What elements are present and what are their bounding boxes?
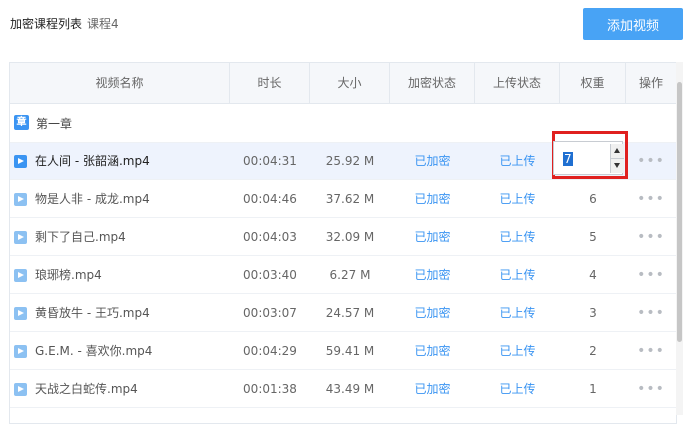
table-row[interactable]: 黄昏放牛 - 王巧.mp4 00:03:07 24.57 M 已加密 已上传 3 •••	[10, 295, 676, 332]
encrypt-status: 已加密	[414, 344, 451, 358]
more-actions-icon[interactable]: •••	[626, 371, 676, 408]
encrypt-status: 已加密	[414, 306, 451, 320]
video-duration: 00:04:29	[243, 344, 297, 358]
video-weight[interactable]: 3	[560, 295, 626, 332]
video-size: 24.57 M	[325, 306, 375, 320]
more-actions-icon[interactable]: •••	[626, 181, 676, 218]
video-name[interactable]: G.E.M. - 喜欢你.mp4	[35, 333, 152, 370]
weight-input-field[interactable]: 7	[553, 141, 624, 175]
video-name[interactable]: 黄昏放牛 - 王巧.mp4	[35, 295, 150, 332]
video-duration: 00:03:40	[243, 268, 297, 282]
add-video-button[interactable]: 添加视频	[583, 8, 683, 40]
video-name[interactable]: 物是人非 - 成龙.mp4	[35, 181, 150, 218]
video-size: 43.49 M	[325, 382, 375, 396]
column-header-duration: 时长	[230, 63, 310, 103]
stepper-up-icon[interactable]	[611, 144, 624, 159]
video-size: 59.41 M	[325, 344, 375, 358]
video-name[interactable]: 剩下了自己.mp4	[35, 219, 126, 256]
column-header-size: 大小	[310, 63, 390, 103]
scrollbar[interactable]	[676, 62, 683, 415]
video-weight[interactable]: 6	[560, 181, 626, 218]
video-name[interactable]: 天战之白蛇传.mp4	[35, 371, 138, 408]
table-row[interactable]: 剩下了自己.mp4 00:04:03 32.09 M 已加密 已上传 5 •••	[10, 219, 676, 256]
video-size: 25.92 M	[325, 154, 375, 168]
play-icon[interactable]	[14, 345, 27, 358]
upload-status: 已上传	[499, 306, 536, 320]
page-header: 加密课程列表 课程4 添加视频	[0, 0, 683, 48]
more-actions-icon[interactable]: •••	[626, 143, 676, 180]
more-actions-icon[interactable]: •••	[626, 295, 676, 332]
encrypt-status: 已加密	[414, 192, 451, 206]
scrollbar-thumb[interactable]	[677, 82, 682, 342]
video-duration: 00:01:38	[243, 382, 297, 396]
table-row[interactable]: 天战之白蛇传.mp4 00:01:38 43.49 M 已加密 已上传 1 •••	[10, 371, 676, 408]
table-row[interactable]: G.E.M. - 喜欢你.mp4 00:04:29 59.41 M 已加密 已上传 2 ••…	[10, 333, 676, 370]
more-actions-icon[interactable]: •••	[626, 257, 676, 294]
chapter-label: 第一章	[36, 117, 73, 131]
play-icon[interactable]	[14, 231, 27, 244]
encrypt-status: 已加密	[414, 382, 451, 396]
upload-status: 已上传	[499, 268, 536, 282]
table-header: 视频名称 时长 大小 加密状态 上传状态 权重 操作	[10, 63, 676, 104]
column-header-name: 视频名称	[10, 63, 230, 103]
column-header-encrypt: 加密状态	[390, 63, 475, 103]
play-icon[interactable]	[14, 155, 27, 168]
video-duration: 00:04:46	[243, 192, 297, 206]
video-weight[interactable]: 5	[560, 219, 626, 256]
column-header-upload: 上传状态	[475, 63, 560, 103]
video-duration: 00:04:31	[243, 154, 297, 168]
more-actions-icon[interactable]: •••	[626, 333, 676, 370]
page-title: 加密课程列表	[10, 17, 83, 31]
play-icon[interactable]	[14, 269, 27, 282]
video-size: 37.62 M	[325, 192, 375, 206]
play-icon[interactable]	[14, 193, 27, 206]
encrypt-status: 已加密	[414, 230, 451, 244]
play-icon[interactable]	[14, 307, 27, 320]
more-actions-icon[interactable]: •••	[626, 219, 676, 256]
course-name: 课程4	[87, 17, 119, 31]
upload-status: 已上传	[499, 344, 536, 358]
chapter-badge-icon: 章	[14, 115, 29, 130]
encrypt-status: 已加密	[414, 154, 451, 168]
play-icon[interactable]	[14, 383, 27, 396]
weight-stepper[interactable]	[610, 144, 624, 173]
weight-input-value: 7	[563, 152, 573, 166]
video-size: 6.27 M	[329, 268, 371, 282]
video-duration: 00:03:07	[243, 306, 297, 320]
upload-status: 已上传	[499, 382, 536, 396]
video-weight[interactable]: 4	[560, 257, 626, 294]
video-name[interactable]: 在人间 - 张韶涵.mp4	[35, 143, 150, 180]
upload-status: 已上传	[499, 154, 536, 168]
video-table: 视频名称 时长 大小 加密状态 上传状态 权重 操作 章 第一章 在人间 - 张…	[9, 62, 677, 424]
video-duration: 00:04:03	[243, 230, 297, 244]
encrypt-status: 已加密	[414, 268, 451, 282]
video-weight[interactable]: 1	[560, 371, 626, 408]
video-size: 32.09 M	[325, 230, 375, 244]
video-name[interactable]: 琅琊榜.mp4	[35, 257, 102, 294]
video-weight[interactable]: 2	[560, 333, 626, 370]
table-row[interactable]: 琅琊榜.mp4 00:03:40 6.27 M 已加密 已上传 4 •••	[10, 257, 676, 294]
stepper-down-icon[interactable]	[611, 159, 624, 173]
upload-status: 已上传	[499, 192, 536, 206]
upload-status: 已上传	[499, 230, 536, 244]
column-header-weight: 权重	[560, 63, 626, 103]
table-row[interactable]: 物是人非 - 成龙.mp4 00:04:46 37.62 M 已加密 已上传 6 •••	[10, 181, 676, 218]
column-header-actions: 操作	[638, 76, 663, 90]
